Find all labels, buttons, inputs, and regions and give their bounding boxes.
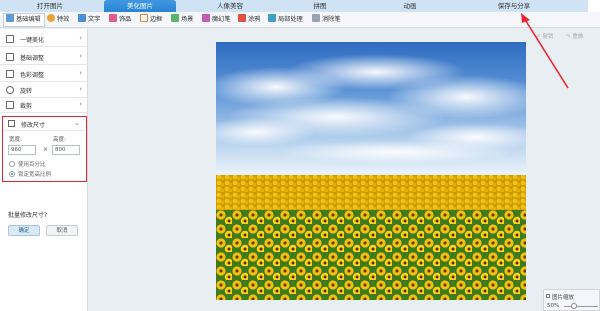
annotation-arrow (521, 13, 569, 89)
